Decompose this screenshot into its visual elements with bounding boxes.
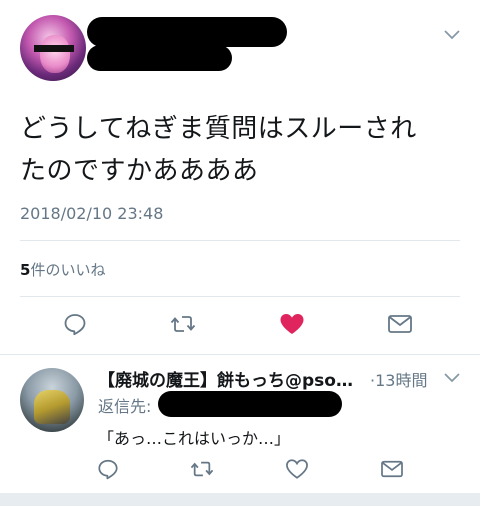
- direct-message-button[interactable]: [386, 310, 414, 338]
- avatar-censor-bar: [34, 45, 74, 52]
- main-tweet: どうしてねぎま質問はスルーされ たのですかああああ 2018/02/10 23:…: [0, 0, 480, 354]
- tweet-text-line-1: どうしてねぎま質問はスルーされ: [20, 114, 417, 144]
- heart-icon: [280, 314, 304, 334]
- avatar-figure: [34, 390, 70, 424]
- divider: [20, 296, 460, 297]
- reply-icon: [64, 314, 86, 336]
- tweet-text-line-2: たのですかああああ: [20, 156, 259, 186]
- like-button[interactable]: [278, 310, 306, 338]
- dm-icon: [388, 315, 412, 333]
- tweet-timestamp[interactable]: 2018/02/10 23:48: [20, 204, 163, 223]
- retweet-icon: [170, 316, 196, 332]
- reply-tweet[interactable]: 【廃城の魔王】餅もっち@pso… ·13時間 返信先: 「あっ…これはいっか…」: [0, 355, 480, 493]
- reply-display-name[interactable]: 【廃城の魔王】餅もっち@pso…: [98, 366, 368, 391]
- reply-text: 「あっ…これはいっか…」: [98, 429, 291, 448]
- redacted-reply-target: [158, 391, 342, 417]
- reply-reply-button[interactable]: [94, 455, 122, 483]
- author-avatar[interactable]: [20, 15, 86, 81]
- redacted-display-name: [87, 17, 287, 47]
- reply-retweet-button[interactable]: [188, 455, 216, 483]
- reply-dm-button[interactable]: [378, 455, 406, 483]
- chevron-down-icon[interactable]: [444, 30, 460, 40]
- tweet-text: どうしてねぎま質問はスルーされ たのですかああああ: [20, 108, 460, 192]
- reply-time[interactable]: ·13時間: [370, 367, 427, 391]
- likes-label: 件のいいね: [30, 261, 106, 279]
- chevron-down-icon[interactable]: [444, 373, 460, 383]
- reply-icon: [98, 459, 118, 480]
- bottom-bar: [0, 493, 480, 506]
- reply-like-button[interactable]: [283, 455, 311, 483]
- likes-summary[interactable]: 5件のいいね: [20, 259, 105, 280]
- heart-outline-icon: [286, 459, 308, 479]
- avatar-face: [40, 35, 70, 73]
- likes-count: 5: [20, 261, 31, 279]
- redacted-username: [87, 45, 232, 71]
- dm-icon: [381, 460, 403, 478]
- reply-button[interactable]: [61, 310, 89, 338]
- retweet-icon: [190, 461, 214, 477]
- reply-author-avatar[interactable]: [20, 368, 84, 432]
- divider: [20, 240, 460, 241]
- reply-to-label: 返信先:: [98, 397, 152, 416]
- retweet-button[interactable]: [169, 310, 197, 338]
